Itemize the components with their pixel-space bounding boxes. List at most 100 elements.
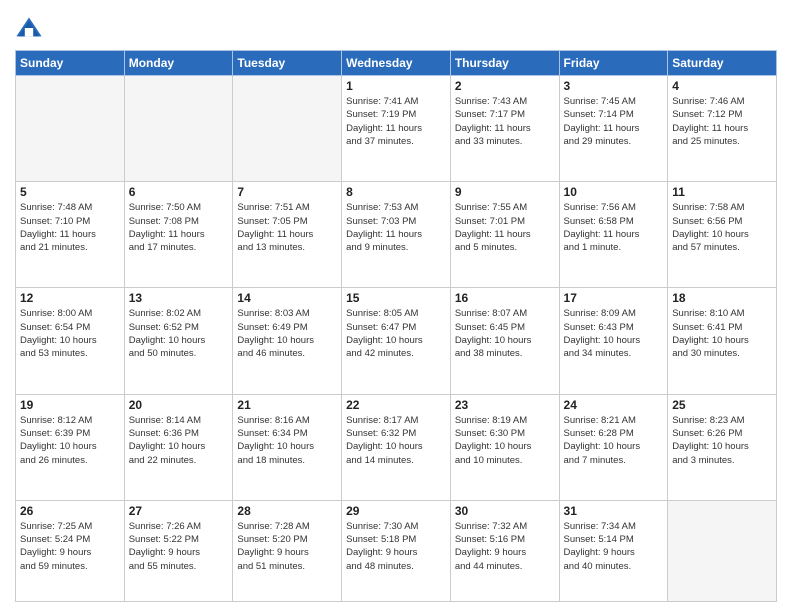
day-info: Sunrise: 8:17 AM Sunset: 6:32 PM Dayligh… bbox=[346, 414, 446, 467]
calendar-cell: 24Sunrise: 8:21 AM Sunset: 6:28 PM Dayli… bbox=[559, 394, 668, 500]
day-info: Sunrise: 8:09 AM Sunset: 6:43 PM Dayligh… bbox=[564, 307, 664, 360]
day-info: Sunrise: 7:32 AM Sunset: 5:16 PM Dayligh… bbox=[455, 520, 555, 573]
day-info: Sunrise: 7:58 AM Sunset: 6:56 PM Dayligh… bbox=[672, 201, 772, 254]
day-number: 20 bbox=[129, 398, 229, 412]
day-info: Sunrise: 8:23 AM Sunset: 6:26 PM Dayligh… bbox=[672, 414, 772, 467]
calendar-cell: 26 Sunrise: 7:25 AM Sunset: 5:24 PM Dayli… bbox=[16, 500, 125, 601]
week-row-4: 19Sunrise: 8:12 AM Sunset: 6:39 PM Dayli… bbox=[16, 394, 777, 500]
weekday-header-sunday: Sunday bbox=[16, 51, 125, 76]
day-info: Sunrise: 8:07 AM Sunset: 6:45 PM Dayligh… bbox=[455, 307, 555, 360]
calendar-cell: 9 Sunrise: 7:55 AM Sunset: 7:01 PM Daylig… bbox=[450, 182, 559, 288]
day-info: Sunrise: 7:25 AM Sunset: 5:24 PM Dayligh… bbox=[20, 520, 120, 573]
day-number: 6 bbox=[129, 185, 229, 199]
day-info: Sunrise: 7:28 AM Sunset: 5:20 PM Dayligh… bbox=[237, 520, 337, 573]
day-number: 8 bbox=[346, 185, 446, 199]
week-row-3: 12 Sunrise: 8:00 AM Sunset: 6:54 PM Dayli… bbox=[16, 288, 777, 394]
day-info: Sunrise: 7:53 AM Sunset: 7:03 PM Dayligh… bbox=[346, 201, 446, 254]
day-info: Sunrise: 7:55 AM Sunset: 7:01 PM Dayligh… bbox=[455, 201, 555, 254]
calendar-cell: 14Sunrise: 8:03 AM Sunset: 6:49 PM Dayli… bbox=[233, 288, 342, 394]
day-number: 21 bbox=[237, 398, 337, 412]
weekday-header-monday: Monday bbox=[124, 51, 233, 76]
calendar-cell: 28 Sunrise: 7:28 AM Sunset: 5:20 PM Dayli… bbox=[233, 500, 342, 601]
day-number: 4 bbox=[672, 79, 772, 93]
calendar-cell: 2 Sunrise: 7:43 AM Sunset: 7:17 PM Daylig… bbox=[450, 76, 559, 182]
calendar-cell bbox=[16, 76, 125, 182]
calendar-cell: 15 Sunrise: 8:05 AM Sunset: 6:47 PM Dayli… bbox=[342, 288, 451, 394]
day-info: Sunrise: 7:48 AM Sunset: 7:10 PM Dayligh… bbox=[20, 201, 120, 254]
day-number: 22 bbox=[346, 398, 446, 412]
day-number: 12 bbox=[20, 291, 120, 305]
day-number: 13 bbox=[129, 291, 229, 305]
day-number: 9 bbox=[455, 185, 555, 199]
calendar-cell: 13Sunrise: 8:02 AM Sunset: 6:52 PM Dayli… bbox=[124, 288, 233, 394]
day-number: 3 bbox=[564, 79, 664, 93]
day-info: Sunrise: 8:00 AM Sunset: 6:54 PM Dayligh… bbox=[20, 307, 120, 360]
calendar-cell: 31Sunrise: 7:34 AM Sunset: 5:14 PM Dayli… bbox=[559, 500, 668, 601]
calendar-cell bbox=[233, 76, 342, 182]
day-info: Sunrise: 7:34 AM Sunset: 5:14 PM Dayligh… bbox=[564, 520, 664, 573]
calendar-cell: 7 Sunrise: 7:51 AM Sunset: 7:05 PM Daylig… bbox=[233, 182, 342, 288]
day-number: 25 bbox=[672, 398, 772, 412]
calendar-cell: 4 Sunrise: 7:46 AM Sunset: 7:12 PM Daylig… bbox=[668, 76, 777, 182]
logo-icon bbox=[15, 14, 43, 42]
header bbox=[15, 10, 777, 42]
day-number: 17 bbox=[564, 291, 664, 305]
day-number: 28 bbox=[237, 504, 337, 518]
calendar-cell: 23 Sunrise: 8:19 AM Sunset: 6:30 PM Dayli… bbox=[450, 394, 559, 500]
weekday-header-tuesday: Tuesday bbox=[233, 51, 342, 76]
calendar-cell: 18 Sunrise: 8:10 AM Sunset: 6:41 PM Dayli… bbox=[668, 288, 777, 394]
day-number: 11 bbox=[672, 185, 772, 199]
calendar-cell: 22 Sunrise: 8:17 AM Sunset: 6:32 PM Dayli… bbox=[342, 394, 451, 500]
weekday-header-saturday: Saturday bbox=[668, 51, 777, 76]
calendar-cell: 16 Sunrise: 8:07 AM Sunset: 6:45 PM Dayli… bbox=[450, 288, 559, 394]
week-row-1: 1Sunrise: 7:41 AM Sunset: 7:19 PM Daylig… bbox=[16, 76, 777, 182]
day-number: 5 bbox=[20, 185, 120, 199]
day-info: Sunrise: 8:05 AM Sunset: 6:47 PM Dayligh… bbox=[346, 307, 446, 360]
day-number: 15 bbox=[346, 291, 446, 305]
day-info: Sunrise: 8:03 AM Sunset: 6:49 PM Dayligh… bbox=[237, 307, 337, 360]
calendar-cell: 30 Sunrise: 7:32 AM Sunset: 5:16 PM Dayli… bbox=[450, 500, 559, 601]
calendar-cell: 1Sunrise: 7:41 AM Sunset: 7:19 PM Daylig… bbox=[342, 76, 451, 182]
day-number: 2 bbox=[455, 79, 555, 93]
day-number: 18 bbox=[672, 291, 772, 305]
day-number: 7 bbox=[237, 185, 337, 199]
day-info: Sunrise: 7:51 AM Sunset: 7:05 PM Dayligh… bbox=[237, 201, 337, 254]
week-row-2: 5 Sunrise: 7:48 AM Sunset: 7:10 PM Daylig… bbox=[16, 182, 777, 288]
day-number: 26 bbox=[20, 504, 120, 518]
day-info: Sunrise: 8:21 AM Sunset: 6:28 PM Dayligh… bbox=[564, 414, 664, 467]
day-info: Sunrise: 7:30 AM Sunset: 5:18 PM Dayligh… bbox=[346, 520, 446, 573]
calendar-cell: 12 Sunrise: 8:00 AM Sunset: 6:54 PM Dayli… bbox=[16, 288, 125, 394]
weekday-header-row: SundayMondayTuesdayWednesdayThursdayFrid… bbox=[16, 51, 777, 76]
weekday-header-thursday: Thursday bbox=[450, 51, 559, 76]
day-number: 16 bbox=[455, 291, 555, 305]
calendar-cell: 20 Sunrise: 8:14 AM Sunset: 6:36 PM Dayli… bbox=[124, 394, 233, 500]
day-info: Sunrise: 8:16 AM Sunset: 6:34 PM Dayligh… bbox=[237, 414, 337, 467]
day-number: 30 bbox=[455, 504, 555, 518]
weekday-header-wednesday: Wednesday bbox=[342, 51, 451, 76]
day-info: Sunrise: 7:46 AM Sunset: 7:12 PM Dayligh… bbox=[672, 95, 772, 148]
day-info: Sunrise: 7:45 AM Sunset: 7:14 PM Dayligh… bbox=[564, 95, 664, 148]
day-info: Sunrise: 7:26 AM Sunset: 5:22 PM Dayligh… bbox=[129, 520, 229, 573]
day-number: 29 bbox=[346, 504, 446, 518]
day-number: 23 bbox=[455, 398, 555, 412]
day-info: Sunrise: 7:41 AM Sunset: 7:19 PM Dayligh… bbox=[346, 95, 446, 148]
weekday-header-friday: Friday bbox=[559, 51, 668, 76]
calendar-cell: 8 Sunrise: 7:53 AM Sunset: 7:03 PM Daylig… bbox=[342, 182, 451, 288]
calendar-cell: 11 Sunrise: 7:58 AM Sunset: 6:56 PM Dayli… bbox=[668, 182, 777, 288]
logo bbox=[15, 14, 45, 42]
calendar-cell: 10Sunrise: 7:56 AM Sunset: 6:58 PM Dayli… bbox=[559, 182, 668, 288]
calendar-cell: 21 Sunrise: 8:16 AM Sunset: 6:34 PM Dayli… bbox=[233, 394, 342, 500]
day-info: Sunrise: 8:10 AM Sunset: 6:41 PM Dayligh… bbox=[672, 307, 772, 360]
day-number: 27 bbox=[129, 504, 229, 518]
day-info: Sunrise: 7:43 AM Sunset: 7:17 PM Dayligh… bbox=[455, 95, 555, 148]
calendar-cell: 17 Sunrise: 8:09 AM Sunset: 6:43 PM Dayli… bbox=[559, 288, 668, 394]
calendar-cell: 19Sunrise: 8:12 AM Sunset: 6:39 PM Dayli… bbox=[16, 394, 125, 500]
calendar-cell: 27 Sunrise: 7:26 AM Sunset: 5:22 PM Dayli… bbox=[124, 500, 233, 601]
calendar-cell: 6Sunrise: 7:50 AM Sunset: 7:08 PM Daylig… bbox=[124, 182, 233, 288]
week-row-5: 26 Sunrise: 7:25 AM Sunset: 5:24 PM Dayli… bbox=[16, 500, 777, 601]
day-info: Sunrise: 8:19 AM Sunset: 6:30 PM Dayligh… bbox=[455, 414, 555, 467]
calendar-cell: 3 Sunrise: 7:45 AM Sunset: 7:14 PM Daylig… bbox=[559, 76, 668, 182]
day-info: Sunrise: 8:14 AM Sunset: 6:36 PM Dayligh… bbox=[129, 414, 229, 467]
day-info: Sunrise: 7:56 AM Sunset: 6:58 PM Dayligh… bbox=[564, 201, 664, 254]
calendar-cell: 25 Sunrise: 8:23 AM Sunset: 6:26 PM Dayli… bbox=[668, 394, 777, 500]
